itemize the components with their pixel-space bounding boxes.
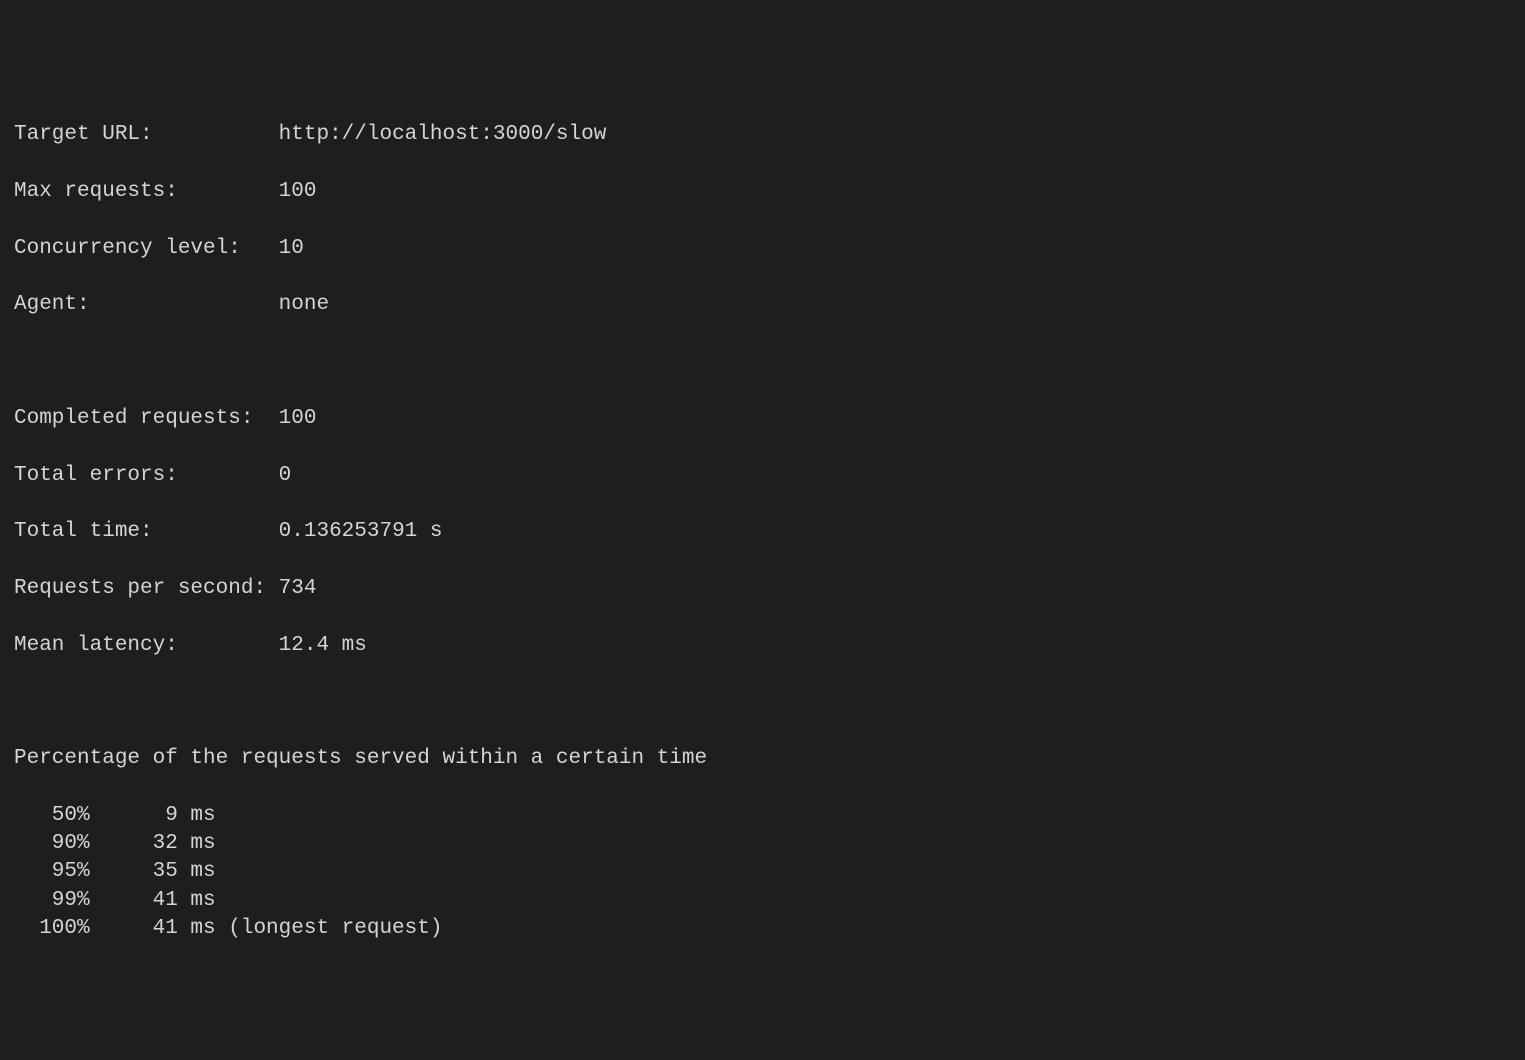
percentile-header: Percentage of the requests served within… <box>14 745 1525 773</box>
percentile-row: 100% 41 ms (longest request) <box>14 915 1525 943</box>
config-target-url: Target URL: http://localhost:3000/slow <box>14 121 1525 149</box>
result-mean-latency: Mean latency: 12.4 ms <box>14 632 1525 660</box>
label: Requests per second: <box>14 577 266 600</box>
result-rps: Requests per second: 734 <box>14 575 1525 603</box>
label: Mean latency: <box>14 634 178 657</box>
value: none <box>279 293 329 316</box>
value: 0.136253791 s <box>279 520 443 543</box>
label: Concurrency level: <box>14 237 241 260</box>
value: 734 <box>279 577 317 600</box>
label: Agent: <box>14 293 90 316</box>
result-errors: Total errors: 0 <box>14 462 1525 490</box>
percentile-row: 95% 35 ms <box>14 858 1525 886</box>
config-agent: Agent: none <box>14 291 1525 319</box>
config-concurrency: Concurrency level: 10 <box>14 235 1525 263</box>
label: Total errors: <box>14 464 178 487</box>
value: 100 <box>279 180 317 203</box>
percentile-row: 90% 32 ms <box>14 830 1525 858</box>
value: 10 <box>279 237 304 260</box>
label: Max requests: <box>14 180 178 203</box>
label: Total time: <box>14 520 153 543</box>
percentile-row: 99% 41 ms <box>14 887 1525 915</box>
blank-line <box>14 688 1525 716</box>
result-completed: Completed requests: 100 <box>14 405 1525 433</box>
blank-line <box>14 348 1525 376</box>
value: 0 <box>279 464 292 487</box>
value: 12.4 ms <box>279 634 367 657</box>
result-total-time: Total time: 0.136253791 s <box>14 518 1525 546</box>
label: Completed requests: <box>14 407 253 430</box>
percentile-rows: 50% 9 ms 90% 32 ms 95% 35 ms 99% 41 ms 1… <box>14 802 1525 944</box>
config-max-requests: Max requests: 100 <box>14 178 1525 206</box>
value: http://localhost:3000/slow <box>279 123 607 146</box>
label: Target URL: <box>14 123 153 146</box>
value: 100 <box>279 407 317 430</box>
percentile-row: 50% 9 ms <box>14 802 1525 830</box>
